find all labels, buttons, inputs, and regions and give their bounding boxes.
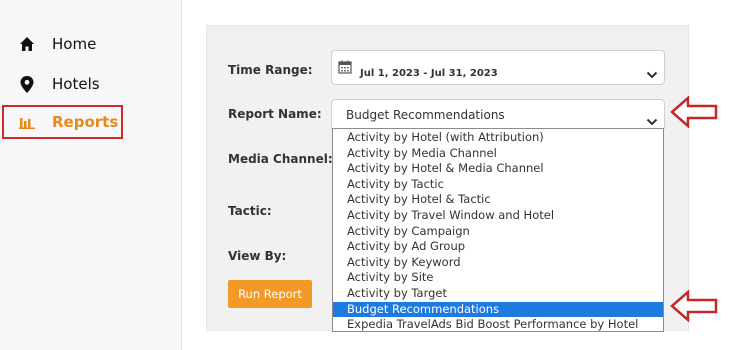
time-range-value: Jul 1, 2023 - Jul 31, 2023 <box>360 68 498 79</box>
report-name-value: Budget Recommendations <box>346 108 505 122</box>
location-pin-icon <box>18 75 36 93</box>
report-name-dropdown-list: Activity by Hotel (with Attribution) Acti… <box>332 128 664 332</box>
chevron-down-icon <box>646 64 658 79</box>
left-arrow-icon <box>670 95 720 129</box>
dropdown-option[interactable]: Activity by Hotel & Media Channel <box>333 161 663 176</box>
run-report-button[interactable]: Run Report <box>228 280 312 308</box>
dropdown-option[interactable]: Activity by Hotel (with Attribution) <box>333 130 663 145</box>
time-range-select[interactable]: Jul 1, 2023 - Jul 31, 2023 <box>331 50 665 85</box>
home-icon <box>18 35 36 53</box>
sidebar-item-home[interactable]: Home <box>18 33 96 55</box>
dropdown-option[interactable]: Activity by Media Channel <box>333 146 663 161</box>
sidebar: Home Hotels <box>0 0 182 350</box>
tactic-label: Tactic: <box>228 204 272 218</box>
report-name-label: Report Name: <box>228 107 322 121</box>
dropdown-option[interactable]: Activity by Keyword <box>333 255 663 270</box>
dropdown-option[interactable]: Activity by Site <box>333 270 663 285</box>
report-name-select[interactable]: Budget Recommendations <box>331 99 665 129</box>
dropdown-option[interactable]: Expedia TravelAds Bid Boost Performance … <box>333 317 663 332</box>
sidebar-item-label: Home <box>52 35 97 53</box>
dropdown-option[interactable]: Activity by Campaign <box>333 224 663 239</box>
sidebar-item-reports[interactable]: Reports <box>2 105 123 139</box>
bar-chart-icon <box>18 113 36 131</box>
sidebar-item-label: Reports <box>52 113 119 131</box>
dropdown-option[interactable]: Activity by Tactic <box>333 177 663 192</box>
sidebar-item-label: Hotels <box>52 75 100 93</box>
dropdown-option[interactable]: Activity by Travel Window and Hotel <box>333 208 663 223</box>
sidebar-item-hotels[interactable]: Hotels <box>18 73 100 95</box>
media-channel-label: Media Channel: <box>228 152 333 166</box>
time-range-label: Time Range: <box>228 63 313 77</box>
dropdown-option[interactable]: Budget Recommendations <box>333 301 663 317</box>
dropdown-option[interactable]: Activity by Target <box>333 286 663 301</box>
chevron-down-icon <box>646 111 658 126</box>
dropdown-option[interactable]: Activity by Ad Group <box>333 239 663 254</box>
view-by-label: View By: <box>228 249 287 263</box>
calendar-icon <box>338 59 352 74</box>
dropdown-option[interactable]: Activity by Hotel & Tactic <box>333 192 663 207</box>
left-arrow-icon <box>670 289 720 323</box>
